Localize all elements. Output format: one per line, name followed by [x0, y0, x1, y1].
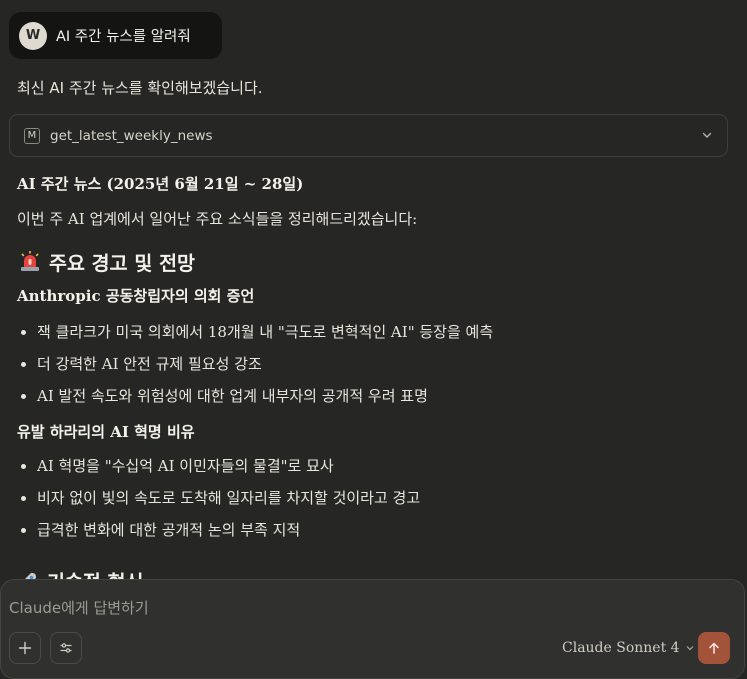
avatar-initial: W	[25, 28, 41, 43]
siren-icon	[21, 251, 39, 271]
add-attachment-button[interactable]	[9, 632, 41, 664]
bullet-list: AI 혁명을 "수십억 AI 이민자들의 물결"로 묘사 비자 없이 빛의 속도…	[17, 450, 732, 546]
section-heading-text: 주요 경고 및 전망	[49, 251, 195, 275]
user-message-bubble: W AI 주간 뉴스를 알려줘	[9, 12, 222, 59]
list-item: 비자 없이 빛의 속도로 도착해 일자리를 차지할 것이라고 경고	[17, 482, 732, 514]
chevron-down-icon	[686, 646, 694, 651]
user-message-text: AI 주간 뉴스를 알려줘	[56, 29, 191, 45]
list-item: 더 강력한 AI 안전 규제 필요성 강조	[17, 348, 732, 380]
model-name: Claude Sonnet 4	[562, 640, 680, 656]
subheading-harari: 유발 하라리의 AI 혁명 비유	[17, 423, 195, 441]
model-selector[interactable]: Claude Sonnet 4	[562, 640, 695, 656]
sliders-icon	[60, 643, 72, 653]
list-item: AI 발전 속도와 위험성에 대한 업계 내부자의 공개적 우려 표명	[17, 380, 732, 412]
list-item: AI 혁명을 "수십억 AI 이민자들의 물결"로 묘사	[17, 450, 732, 482]
news-title: AI 주간 뉴스 (2025년 6월 21일 ~ 28일)	[17, 175, 304, 193]
news-summary: 이번 주 AI 업계에서 일어난 주요 소식들을 정리해드리겠습니다:	[17, 210, 418, 228]
message-composer: Claude에게 답변하기 Claude Sonnet 4	[0, 579, 745, 679]
assistant-response: AI 주간 뉴스 (2025년 6월 21일 ~ 28일) 이번 주 AI 업계…	[17, 172, 732, 546]
subheading-anthropic: Anthropic 공동창립자의 의회 증언	[17, 287, 255, 305]
chevron-down-icon[interactable]	[700, 128, 714, 142]
arrow-up-icon	[709, 642, 719, 654]
tool-call-name: get_latest_weekly_news	[50, 127, 213, 144]
plus-icon	[18, 641, 32, 655]
assistant-intro: 최신 AI 주간 뉴스를 확인해보겠습니다.	[17, 79, 263, 97]
send-button[interactable]	[698, 632, 730, 664]
avatar[interactable]: W	[19, 21, 47, 50]
section-heading-warnings: 주요 경고 및 전망	[17, 246, 732, 276]
list-item: 잭 클라크가 미국 의회에서 18개월 내 "극도로 변혁적인 AI" 등장을 …	[17, 316, 732, 348]
reply-input[interactable]: Claude에게 답변하기	[9, 597, 149, 618]
tools-settings-button[interactable]	[50, 632, 82, 664]
mcp-tool-icon: M	[24, 127, 40, 144]
bullet-list: 잭 클라크가 미국 의회에서 18개월 내 "극도로 변혁적인 AI" 등장을 …	[17, 316, 732, 412]
list-item: 급격한 변화에 대한 공개적 논의 부족 지적	[17, 514, 732, 546]
tool-call-panel[interactable]: M get_latest_weekly_news	[9, 114, 728, 157]
